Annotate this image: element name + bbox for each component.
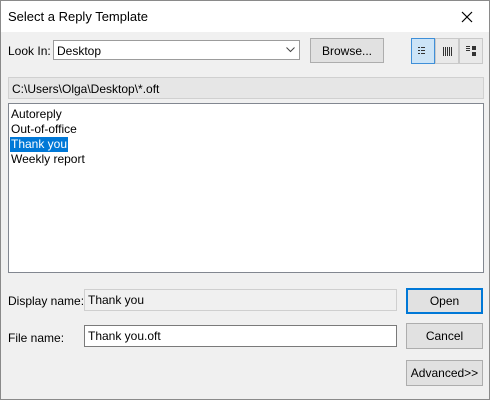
look-in-dropdown[interactable]: Desktop (53, 40, 300, 60)
file-name-value: Thank you.oft (88, 329, 161, 343)
list-view-icon (418, 46, 425, 54)
file-name-field[interactable]: Thank you.oft (84, 325, 397, 347)
properties-view-icon (466, 46, 476, 56)
display-name-field: Thank you (84, 289, 397, 311)
title-bar: Select a Reply Template (1, 1, 489, 32)
list-item[interactable]: Weekly report (10, 152, 86, 167)
display-name-value: Thank you (88, 293, 145, 307)
close-icon (461, 11, 473, 22)
browse-button[interactable]: Browse... (310, 38, 384, 63)
advanced-button[interactable]: Advanced>> (406, 360, 483, 386)
list-item[interactable]: Autoreply (10, 107, 63, 122)
template-list[interactable]: Autoreply Out-of-office Thank you Weekly… (8, 103, 484, 273)
file-name-label: File name: (8, 331, 65, 345)
dialog-title: Select a Reply Template (8, 9, 148, 24)
display-name-label: Display name: (8, 294, 85, 308)
properties-view-button[interactable] (459, 38, 483, 64)
cancel-button[interactable]: Cancel (406, 323, 483, 349)
look-in-value: Desktop (57, 44, 102, 58)
close-button[interactable] (445, 1, 489, 32)
list-item[interactable]: Out-of-office (10, 122, 78, 137)
chevron-down-icon[interactable] (281, 41, 299, 59)
details-view-button[interactable] (435, 38, 459, 64)
look-in-label: Look In: (8, 44, 51, 58)
path-display: C:\Users\Olga\Desktop\*.oft (8, 77, 484, 99)
list-view-button[interactable] (411, 38, 435, 64)
reply-template-dialog: Select a Reply Template Look In: Desktop… (0, 0, 490, 400)
details-view-icon (442, 46, 452, 56)
open-button[interactable]: Open (406, 288, 483, 314)
path-text: C:\Users\Olga\Desktop\*.oft (12, 82, 160, 96)
list-item-selected[interactable]: Thank you (10, 137, 69, 152)
